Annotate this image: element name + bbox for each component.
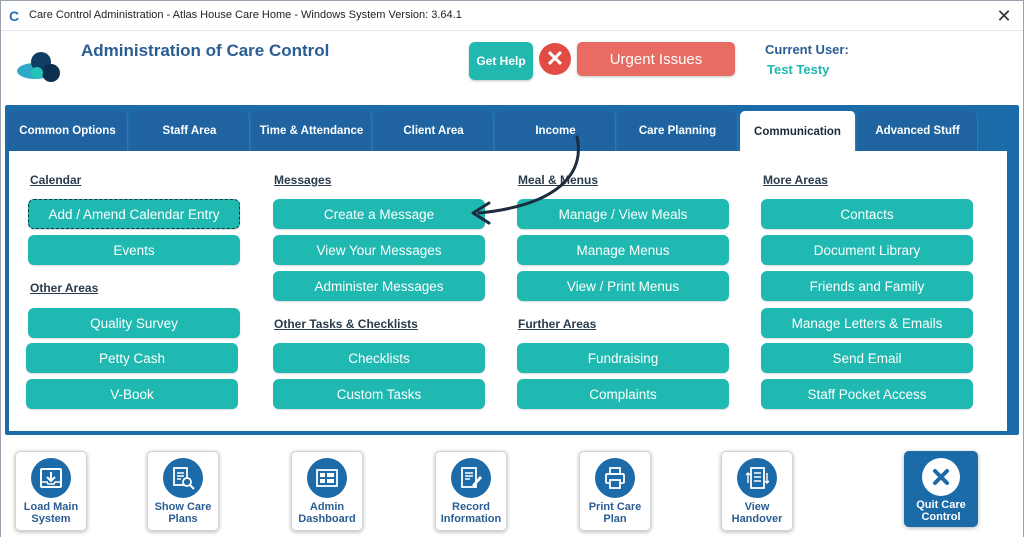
title-bar: C Care Control Administration - Atlas Ho… — [1, 1, 1023, 31]
complaints-button[interactable]: Complaints — [517, 379, 729, 409]
administer-messages-button[interactable]: Administer Messages — [273, 271, 485, 301]
dashboard-grid-icon — [307, 458, 347, 498]
app-icon: C — [9, 8, 20, 24]
page-title: Administration of Care Control — [81, 41, 330, 60]
care-control-logo-icon — [17, 52, 60, 82]
tile-label-line2: Dashboard — [298, 513, 356, 525]
quality-survey-button[interactable]: Quality Survey — [28, 308, 240, 338]
document-library-button[interactable]: Document Library — [761, 235, 973, 265]
staff-pocket-access-button[interactable]: Staff Pocket Access — [761, 379, 973, 409]
custom-tasks-button[interactable]: Custom Tasks — [273, 379, 485, 409]
manage-view-meals-button[interactable]: Manage / View Meals — [517, 199, 729, 229]
section-more-areas: More Areas — [763, 173, 828, 187]
v-book-button[interactable]: V-Book — [26, 379, 238, 409]
download-tray-icon — [31, 458, 71, 498]
events-button[interactable]: Events — [28, 235, 240, 265]
view-messages-button[interactable]: View Your Messages — [273, 235, 485, 265]
friends-family-button[interactable]: Friends and Family — [761, 271, 973, 301]
current-user-label: Current User: — [765, 42, 849, 57]
record-information-button[interactable]: Record Information — [435, 451, 507, 531]
petty-cash-button[interactable]: Petty Cash — [26, 343, 238, 373]
section-other-areas: Other Areas — [30, 281, 99, 295]
section-meal-menus: Meal & Menus — [518, 173, 599, 187]
tab-time-attendance[interactable]: Time & Attendance — [252, 111, 372, 151]
handover-list-icon — [737, 458, 777, 498]
tab-care-planning[interactable]: Care Planning — [618, 111, 738, 151]
show-care-plans-button[interactable]: Show Care Plans — [147, 451, 219, 531]
bottom-toolbar: Load Main System Show Care Plans Admin Dash… — [1, 441, 1023, 537]
manage-menus-button[interactable]: Manage Menus — [517, 235, 729, 265]
tile-label-line1: Admin — [309, 501, 345, 513]
view-handover-button[interactable]: View Handover — [721, 451, 793, 531]
view-print-menus-button[interactable]: View / Print Menus — [517, 271, 729, 301]
send-email-button[interactable]: Send Email — [761, 343, 973, 373]
get-help-button[interactable]: Get Help — [469, 42, 533, 80]
tile-label-line1: Quit Care — [916, 499, 966, 511]
section-other-tasks: Other Tasks & Checklists — [274, 317, 418, 331]
load-main-system-button[interactable]: Load Main System — [15, 451, 87, 531]
section-further-areas: Further Areas — [518, 317, 597, 331]
admin-dashboard-button[interactable]: Admin Dashboard — [291, 451, 363, 531]
printer-icon — [595, 458, 635, 498]
app-window: C Care Control Administration - Atlas Ho… — [0, 0, 1024, 537]
create-message-button[interactable]: Create a Message — [273, 199, 485, 229]
manage-letters-emails-button[interactable]: Manage Letters & Emails — [761, 308, 973, 338]
tab-client-area[interactable]: Client Area — [374, 111, 494, 151]
communication-panel: Calendar Add / Amend Calendar Entry Even… — [9, 151, 1007, 431]
current-user-name: Test Testy — [767, 62, 830, 77]
tile-label-line1: View — [744, 501, 770, 513]
tile-label-line1: Show Care — [154, 501, 212, 513]
urgent-issues-button[interactable]: Urgent Issues — [577, 42, 735, 76]
fundraising-button[interactable]: Fundraising — [517, 343, 729, 373]
tab-common-options[interactable]: Common Options — [8, 111, 128, 151]
tile-label-line1: Print Care — [588, 501, 642, 513]
tile-label-line2: System — [31, 513, 71, 525]
tab-communication[interactable]: Communication — [740, 111, 856, 153]
tile-label-line2: Information — [440, 513, 502, 525]
tile-label-line2: Plans — [168, 513, 198, 525]
section-messages: Messages — [274, 173, 332, 187]
tab-staff-area[interactable]: Staff Area — [130, 111, 250, 151]
section-calendar: Calendar — [30, 173, 82, 187]
contacts-button[interactable]: Contacts — [761, 199, 973, 229]
print-care-plan-button[interactable]: Print Care Plan — [579, 451, 651, 531]
tile-label-line2: Plan — [603, 513, 627, 525]
close-circle-icon — [922, 458, 960, 496]
urgent-close-icon[interactable]: ✕ — [539, 43, 571, 75]
window-title: Care Control Administration - Atlas Hous… — [29, 9, 462, 21]
header: Administration of Care Control Get Help … — [1, 31, 1023, 105]
add-amend-calendar-entry-button[interactable]: Add / Amend Calendar Entry — [28, 199, 240, 229]
tile-label-line1: Load Main — [23, 501, 79, 513]
window-close-button[interactable]: ✕ — [991, 3, 1017, 29]
checklists-button[interactable]: Checklists — [273, 343, 485, 373]
quit-care-control-button[interactable]: Quit Care Control — [904, 451, 978, 527]
tab-container: Common Options Staff Area Time & Attenda… — [5, 105, 1019, 435]
tile-label-line2: Handover — [731, 513, 783, 525]
edit-document-icon — [451, 458, 491, 498]
tile-label-line2: Control — [921, 511, 961, 523]
tab-income[interactable]: Income — [496, 111, 616, 151]
tab-advanced-stuff[interactable]: Advanced Stuff — [858, 111, 978, 151]
document-search-icon — [163, 458, 203, 498]
tile-label-line1: Record — [452, 501, 490, 513]
